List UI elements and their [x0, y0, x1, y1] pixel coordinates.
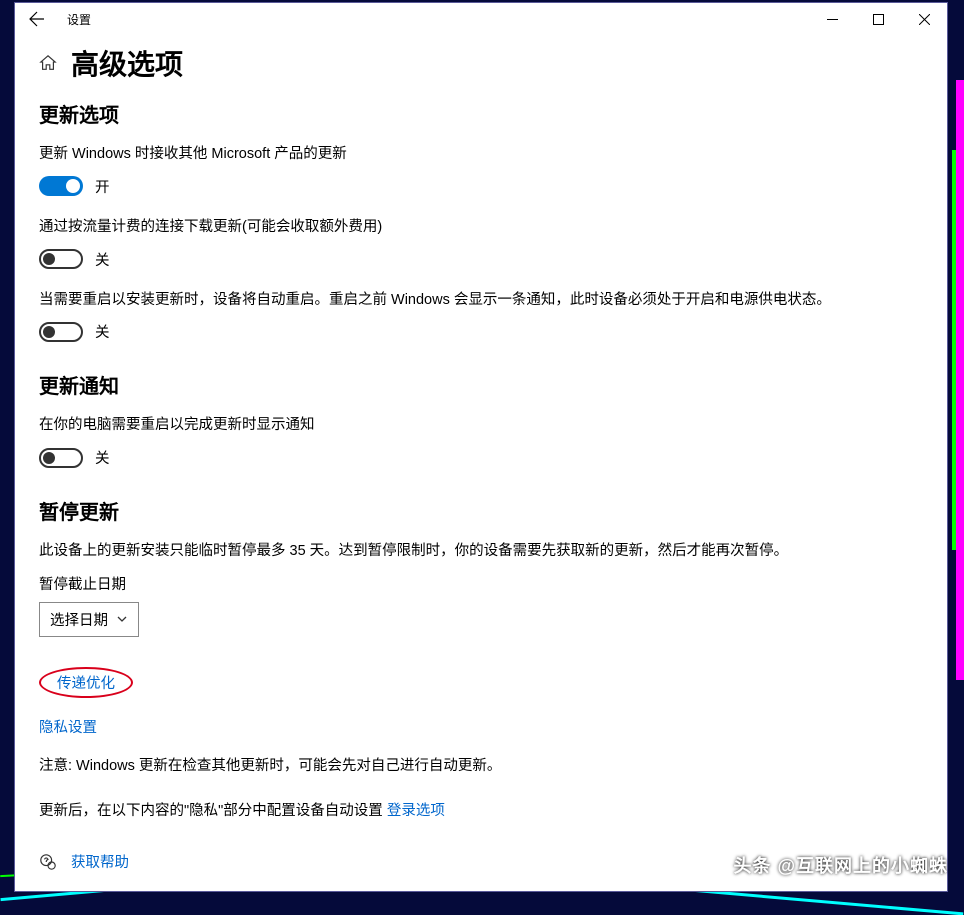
close-button[interactable]: [901, 3, 947, 35]
option-text: 在你的电脑需要重启以完成更新时显示通知: [39, 415, 923, 437]
page-title: 高级选项: [71, 43, 183, 83]
toggle-auto-restart[interactable]: [39, 322, 83, 342]
window-title: 设置: [67, 11, 91, 28]
help-icon: [39, 853, 57, 871]
section-pause-update: 暂停更新 此设备上的更新安装只能临时暂停最多 35 天。达到暂停限制时，你的设备…: [39, 496, 923, 637]
close-icon: [919, 14, 930, 25]
toggle-label: 关: [95, 447, 110, 468]
link-login-options[interactable]: 登录选项: [387, 800, 445, 823]
minimize-icon: [827, 14, 838, 25]
toggle-microsoft-products[interactable]: [39, 176, 83, 196]
back-arrow-icon: [29, 11, 45, 27]
note-auto-update: 注意: Windows 更新在检查其他更新时，可能会先对自己进行自动更新。: [39, 755, 923, 778]
toggle-label: 关: [95, 249, 110, 270]
content-area: 高级选项 更新选项 更新 Windows 时接收其他 Microsoft 产品的…: [15, 35, 947, 891]
toggle-label: 关: [95, 321, 110, 342]
back-button[interactable]: [23, 5, 51, 33]
link-get-help[interactable]: 获取帮助: [71, 851, 129, 872]
toggle-restart-notify[interactable]: [39, 448, 83, 468]
dropdown-value: 选择日期: [50, 609, 108, 630]
minimize-button[interactable]: [809, 3, 855, 35]
option-text: 通过按流量计费的连接下载更新(可能会收取额外费用): [39, 217, 923, 239]
pause-date-label: 暂停截止日期: [39, 573, 923, 594]
option-text: 更新 Windows 时接收其他 Microsoft 产品的更新: [39, 144, 923, 166]
link-privacy-settings[interactable]: 隐私设置: [39, 716, 97, 737]
toggle-metered-connection[interactable]: [39, 249, 83, 269]
highlight-annotation: 传递优化: [39, 667, 133, 698]
section-heading: 暂停更新: [39, 496, 923, 525]
link-delivery-optimization[interactable]: 传递优化: [57, 672, 115, 693]
pause-description: 此设备上的更新安装只能临时暂停最多 35 天。达到暂停限制时，你的设备需要先获取…: [39, 541, 923, 563]
settings-window: 设置 高级选项 更新选项 更新 Windows 时接收其他 Microsoft …: [14, 2, 948, 892]
chevron-down-icon: [116, 613, 128, 625]
note-privacy-config: 更新后，在以下内容的"隐私"部分中配置设备自动设置 登录选项: [39, 800, 923, 823]
links-section: 传递优化 隐私设置: [39, 667, 923, 737]
section-heading: 更新通知: [39, 370, 923, 399]
maximize-icon: [873, 14, 884, 25]
option-text: 当需要重启以安装更新时，设备将自动重启。重启之前 Windows 会显示一条通知…: [39, 290, 923, 312]
section-update-options: 更新选项 更新 Windows 时接收其他 Microsoft 产品的更新 开 …: [39, 99, 923, 342]
help-row: 获取帮助: [39, 851, 923, 872]
titlebar: 设置: [15, 3, 947, 35]
pause-date-dropdown[interactable]: 选择日期: [39, 602, 139, 637]
toggle-label: 开: [95, 176, 110, 197]
maximize-button[interactable]: [855, 3, 901, 35]
section-heading: 更新选项: [39, 99, 923, 128]
home-icon[interactable]: [39, 54, 57, 72]
section-update-notify: 更新通知 在你的电脑需要重启以完成更新时显示通知 关: [39, 370, 923, 468]
